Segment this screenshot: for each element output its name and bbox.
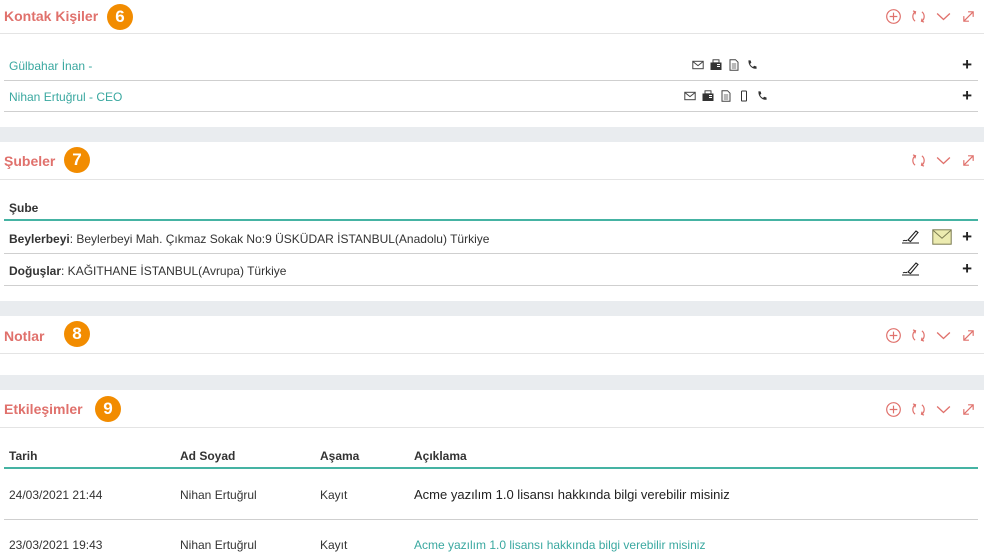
table-row: 24/03/2021 21:44 Nihan Ertuğrul Kayıt Ac… [4, 470, 978, 520]
signature-icon[interactable] [900, 228, 922, 246]
add-contact-button[interactable] [883, 6, 903, 26]
interaction-name: Nihan Ertuğrul [180, 538, 257, 552]
column-header-description: Açıklama [414, 449, 467, 463]
notes-panel-badge: 8 [64, 321, 90, 347]
notes-panel: Notlar 8 [0, 316, 984, 375]
plus-circle-icon [885, 327, 902, 344]
refresh-icon [910, 152, 927, 169]
chevron-down-icon [935, 327, 952, 344]
refresh-icon [910, 401, 927, 418]
expand-button[interactable] [958, 325, 978, 345]
collapse-button[interactable] [933, 325, 953, 345]
interactions-panel-badge: 9 [95, 396, 121, 422]
mail-icon[interactable] [684, 90, 696, 102]
interaction-description: Acme yazılım 1.0 lisansı hakkında bilgi … [414, 487, 730, 502]
contacts-panel-tools [883, 6, 978, 26]
collapse-button[interactable] [933, 150, 953, 170]
column-header-date: Tarih [9, 449, 38, 463]
interactions-panel-title: Etkileşimler [4, 401, 83, 417]
refresh-button[interactable] [908, 6, 928, 26]
refresh-button[interactable] [908, 325, 928, 345]
branches-panel-tools [908, 150, 978, 170]
interactions-panel-tools [883, 399, 978, 419]
column-header-branch: Şube [9, 201, 39, 215]
row-actions: + [900, 228, 972, 246]
interaction-date: 24/03/2021 21:44 [9, 488, 103, 502]
contact-name-link[interactable]: Nihan Ertuğrul - CEO [9, 90, 122, 104]
collapse-button[interactable] [933, 6, 953, 26]
branch-text: Beylerbeyi: Beylerbeyi Mah. Çıkmaz Sokak… [9, 232, 489, 246]
interactions-table-header: Tarih Ad Soyad Aşama Açıklama [4, 449, 978, 469]
refresh-icon [910, 8, 927, 25]
table-row: Doğuşlar: KAĞITHANE İSTANBUL(Avrupa) Tür… [4, 254, 978, 286]
phone-icon[interactable] [746, 59, 758, 71]
contact-icons [692, 59, 758, 71]
notes-panel-title: Notlar [4, 328, 45, 344]
interaction-date: 23/03/2021 19:43 [9, 538, 103, 552]
interaction-stage: Kayıt [320, 538, 348, 552]
envelope-icon[interactable] [932, 229, 952, 245]
contacts-panel-header: Kontak Kişiler 6 [0, 0, 984, 34]
branches-panel-header: Şubeler 7 [0, 142, 984, 180]
interactions-panel: Etkileşimler 9 Tarih Ad Soyad Aşama Açık… [0, 390, 984, 558]
signature-icon[interactable] [900, 260, 922, 278]
expand-button[interactable] [958, 399, 978, 419]
interaction-name: Nihan Ertuğrul [180, 488, 257, 502]
notes-panel-header: Notlar 8 [0, 316, 984, 354]
interactions-panel-header: Etkileşimler 9 [0, 390, 984, 428]
branch-name: Beylerbeyi [9, 232, 70, 246]
branches-panel-badge: 7 [64, 147, 90, 173]
refresh-button[interactable] [908, 399, 928, 419]
add-button[interactable]: + [962, 87, 972, 105]
contacts-panel-badge: 6 [107, 4, 133, 30]
contact-row: Gülbahar İnan - + [4, 50, 978, 81]
refresh-button[interactable] [908, 150, 928, 170]
notes-panel-tools [883, 325, 978, 345]
document-icon[interactable] [728, 59, 740, 71]
plus-circle-icon [885, 401, 902, 418]
add-button[interactable]: + [962, 260, 972, 278]
refresh-icon [910, 327, 927, 344]
phone-icon[interactable] [756, 90, 768, 102]
add-button[interactable]: + [962, 228, 972, 246]
fax-icon[interactable] [710, 59, 722, 71]
expand-button[interactable] [958, 6, 978, 26]
add-note-button[interactable] [883, 325, 903, 345]
mail-icon[interactable] [692, 59, 704, 71]
branch-address: : Beylerbeyi Mah. Çıkmaz Sokak No:9 ÜSKÜ… [69, 232, 490, 246]
expand-icon [960, 8, 977, 25]
table-row: 23/03/2021 19:43 Nihan Ertuğrul Kayıt Ac… [4, 521, 978, 558]
add-button[interactable]: + [962, 56, 972, 74]
chevron-down-icon [935, 401, 952, 418]
expand-icon [960, 401, 977, 418]
interaction-description-link[interactable]: Acme yazılım 1.0 lisansı hakkında bilgi … [414, 538, 705, 552]
collapse-button[interactable] [933, 399, 953, 419]
branches-panel-title: Şubeler [4, 153, 56, 169]
add-interaction-button[interactable] [883, 399, 903, 419]
row-actions: + [900, 260, 972, 278]
table-row: Beylerbeyi: Beylerbeyi Mah. Çıkmaz Sokak… [4, 222, 978, 254]
branch-text: Doğuşlar: KAĞITHANE İSTANBUL(Avrupa) Tür… [9, 264, 286, 278]
branch-name: Doğuşlar [9, 264, 62, 278]
branches-table-header: Şube [4, 201, 978, 221]
contacts-panel: Kontak Kişiler 6 Gülbahar İnan - + Nihan… [0, 0, 984, 127]
expand-icon [960, 327, 977, 344]
expand-button[interactable] [958, 150, 978, 170]
contacts-panel-title: Kontak Kişiler [4, 8, 99, 24]
branch-address: : KAĞITHANE İSTANBUL(Avrupa) Türkiye [61, 264, 287, 278]
contact-icons [684, 90, 768, 102]
expand-icon [960, 152, 977, 169]
document-icon[interactable] [720, 90, 732, 102]
column-header-stage: Aşama [320, 449, 360, 463]
mobile-icon[interactable] [738, 90, 750, 102]
branches-panel: Şubeler 7 Şube Beylerbeyi: Beylerbeyi Ma… [0, 142, 984, 301]
chevron-down-icon [935, 8, 952, 25]
fax-icon[interactable] [702, 90, 714, 102]
interaction-stage: Kayıt [320, 488, 348, 502]
contact-name-link[interactable]: Gülbahar İnan - [9, 59, 92, 73]
plus-circle-icon [885, 8, 902, 25]
chevron-down-icon [935, 152, 952, 169]
contact-row: Nihan Ertuğrul - CEO + [4, 81, 978, 112]
column-header-name: Ad Soyad [180, 449, 236, 463]
